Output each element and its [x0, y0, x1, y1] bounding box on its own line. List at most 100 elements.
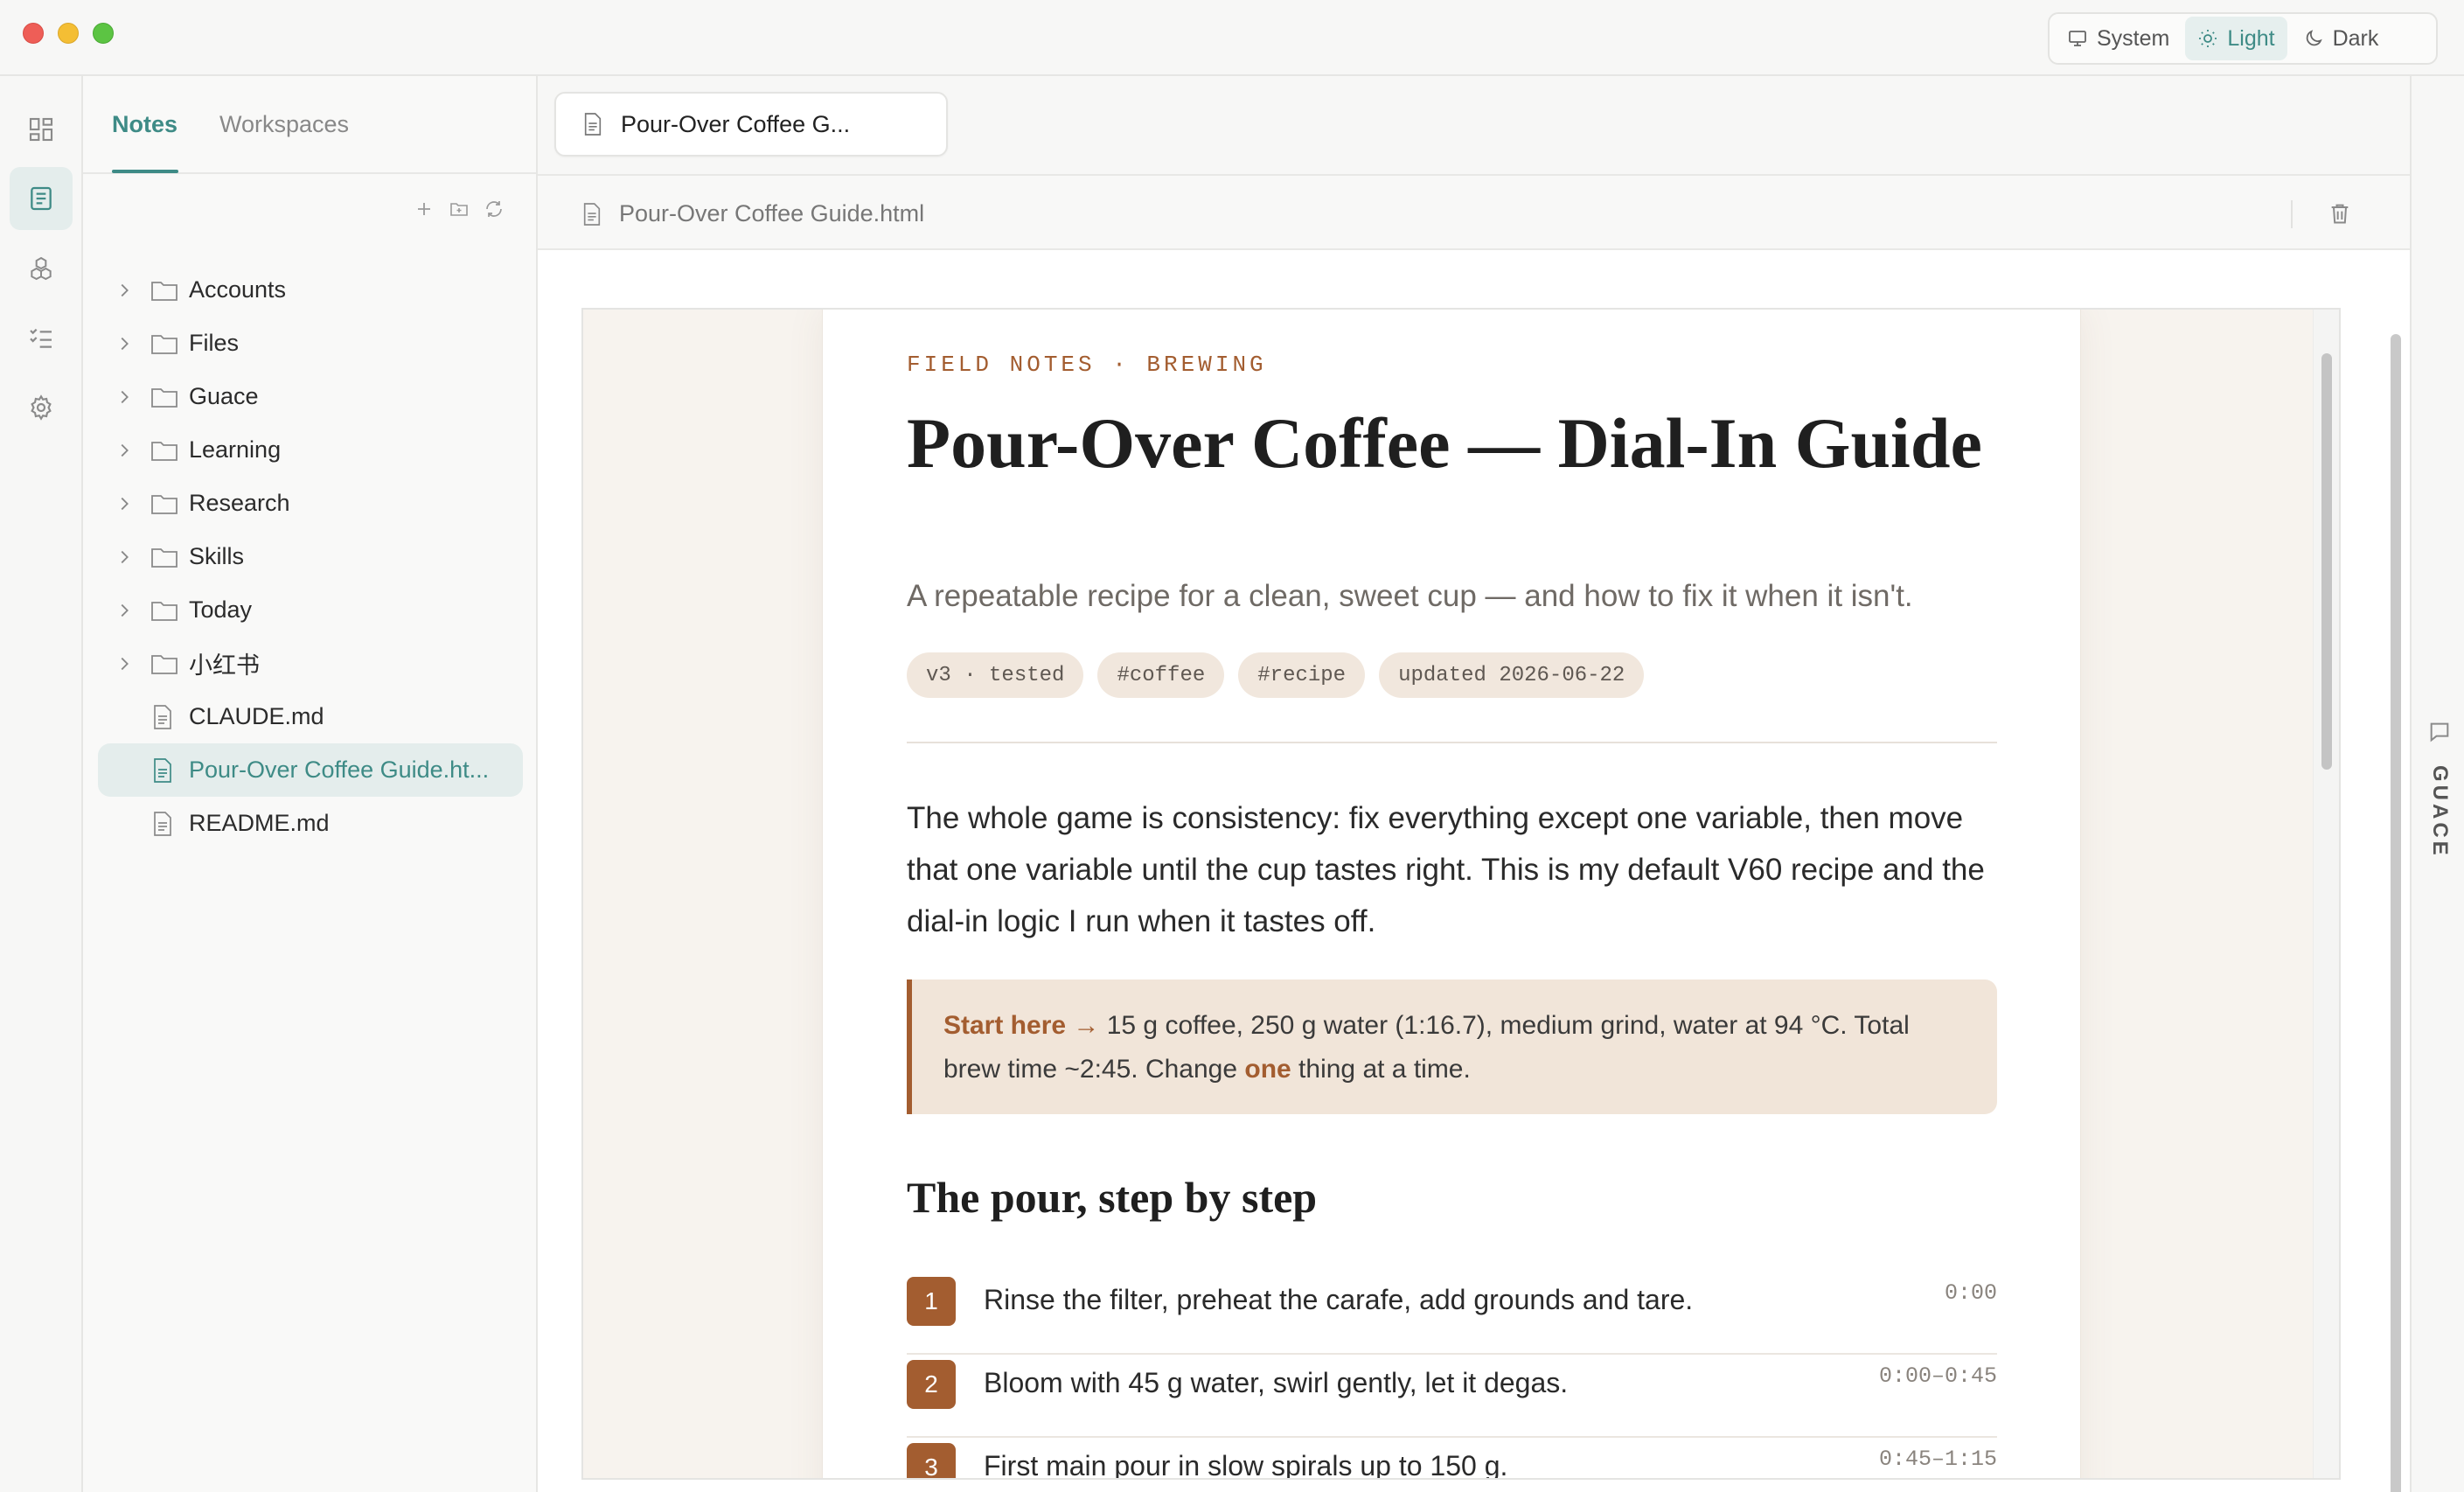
- document-icon: [154, 811, 171, 836]
- editor-area: Pour-Over Coffee G... Pour-Over Coffee G…: [538, 76, 2410, 1492]
- step-row: 2 Bloom with 45 g water, swirl gently, l…: [907, 1355, 1997, 1438]
- folder-row[interactable]: Research: [83, 477, 538, 530]
- file-row[interactable]: CLAUDE.md: [83, 690, 538, 743]
- folder-row[interactable]: Guace: [83, 370, 538, 423]
- rail-settings-button[interactable]: [10, 376, 73, 439]
- moon-icon: [2306, 30, 2322, 46]
- theme-light-button[interactable]: Light: [2185, 17, 2287, 60]
- trash-icon[interactable]: [2328, 200, 2352, 227]
- callout-text-end: thing at a time.: [1291, 1055, 1471, 1084]
- file-panel: Notes Workspaces Accounts Files Guace Le…: [83, 76, 538, 1492]
- comment-icon[interactable]: [2427, 720, 2452, 744]
- notes-icon: [31, 186, 52, 211]
- folder-label: Today: [189, 596, 253, 623]
- icon-rail: [0, 76, 83, 1492]
- chevron-right-icon[interactable]: [115, 334, 134, 353]
- document-tab[interactable]: Pour-Over Coffee G...: [554, 92, 948, 157]
- folder-icon: [151, 441, 177, 461]
- intro-paragraph: The whole game is consistency: fix every…: [907, 801, 1985, 938]
- chevron-right-icon[interactable]: [115, 547, 134, 567]
- folder-icon: [151, 387, 177, 408]
- file-label: CLAUDE.md: [189, 703, 324, 729]
- file-label: Pour-Over Coffee Guide.ht...: [189, 756, 490, 783]
- file-row-selected[interactable]: Pour-Over Coffee Guide.ht...: [98, 743, 523, 797]
- folder-row[interactable]: Accounts: [83, 263, 538, 317]
- step-number: 3: [907, 1443, 956, 1478]
- chevron-right-icon[interactable]: [115, 441, 134, 460]
- toolbar-divider: [2291, 200, 2293, 228]
- zoom-window-button[interactable]: [93, 23, 114, 44]
- tab-workspaces[interactable]: Workspaces: [219, 111, 349, 138]
- chevron-right-icon[interactable]: [115, 494, 134, 513]
- document-icon: [154, 757, 171, 783]
- document-page: FIELD NOTES · BREWING Pour-Over Coffee —…: [822, 310, 2081, 1480]
- document-title: Pour-Over Coffee — Dial-In Guide: [907, 403, 1982, 483]
- new-file-icon[interactable]: [414, 199, 435, 220]
- file-tree: Accounts Files Guace Learning Research S…: [83, 263, 538, 850]
- folder-row[interactable]: Skills: [83, 530, 538, 583]
- tag-pill: v3 · tested: [907, 652, 1084, 698]
- folder-row[interactable]: Today: [83, 583, 538, 637]
- file-row[interactable]: README.md: [83, 797, 538, 850]
- side-panel-label[interactable]: GUACE: [2427, 765, 2452, 859]
- path-bar: Pour-Over Coffee Guide.html: [538, 174, 2410, 250]
- refresh-icon[interactable]: [484, 199, 505, 220]
- panel-tabs: Notes Workspaces: [83, 76, 536, 174]
- tag-pill: updated 2026-06-22: [1379, 652, 1645, 698]
- step-number: 1: [907, 1277, 956, 1326]
- folder-label: Accounts: [189, 276, 287, 303]
- document-icon: [583, 203, 601, 226]
- step-number: 2: [907, 1360, 956, 1409]
- folder-label: 小红书: [189, 652, 260, 679]
- settings-icon: [31, 394, 52, 421]
- theme-system-button[interactable]: System: [2055, 17, 2182, 60]
- tag-pill: #recipe: [1238, 652, 1366, 698]
- title-bar: System Light Dark: [0, 0, 2464, 76]
- editor-scroll-thumb[interactable]: [2391, 334, 2401, 1492]
- callout-emphasis: one: [1244, 1055, 1291, 1084]
- folder-icon: [151, 494, 177, 514]
- close-window-button[interactable]: [23, 23, 44, 44]
- step-time: 0:45–1:15: [1878, 1447, 1997, 1472]
- start-here-callout: Start here → 15 g coffee, 250 g water (1…: [907, 980, 1997, 1114]
- chevron-right-icon[interactable]: [115, 387, 134, 407]
- document-tab-title: Pour-Over Coffee G...: [621, 110, 851, 137]
- chevron-right-icon[interactable]: [115, 654, 134, 673]
- folder-icon: [151, 547, 177, 568]
- monitor-icon: [2069, 31, 2086, 46]
- rail-notes-button[interactable]: [10, 167, 73, 230]
- html-preview-frame: FIELD NOTES · BREWING Pour-Over Coffee —…: [581, 308, 2341, 1480]
- tab-notes[interactable]: Notes: [112, 111, 177, 138]
- checklist-icon: [30, 328, 52, 348]
- rail-dashboard-button[interactable]: [10, 98, 73, 161]
- active-tab-indicator: [112, 170, 178, 173]
- step-row: 1 Rinse the filter, preheat the carafe, …: [907, 1272, 1997, 1355]
- step-time: 0:00: [1944, 1280, 1997, 1306]
- section-heading: The pour, step by step: [907, 1173, 1318, 1222]
- document-eyebrow: FIELD NOTES · BREWING: [907, 352, 1267, 378]
- cubes-icon: [31, 256, 52, 281]
- folder-row[interactable]: 小红书: [83, 637, 538, 690]
- rail-tasks-button[interactable]: [10, 306, 73, 369]
- preview-scroll-thumb[interactable]: [2321, 353, 2332, 770]
- folder-label: Skills: [189, 543, 245, 569]
- theme-dark-button[interactable]: Dark: [2291, 17, 2391, 60]
- new-folder-icon[interactable]: [449, 199, 470, 220]
- file-path: Pour-Over Coffee Guide.html: [619, 200, 925, 227]
- tag-pill: #coffee: [1097, 652, 1225, 698]
- step-row: 3 First main pour in slow spirals up to …: [907, 1438, 1997, 1480]
- chevron-right-icon[interactable]: [115, 281, 134, 300]
- minimize-window-button[interactable]: [58, 23, 79, 44]
- step-text: First main pour in slow spirals up to 15…: [984, 1450, 1508, 1480]
- folder-icon: [151, 334, 177, 354]
- theme-switcher: System Light Dark: [2048, 12, 2438, 65]
- side-panel-rail: GUACE: [2410, 76, 2464, 1492]
- theme-system-label: System: [2097, 25, 2170, 51]
- preview-scrollbar[interactable]: [2313, 310, 2339, 1478]
- folder-row[interactable]: Files: [83, 317, 538, 370]
- rail-cubes-button[interactable]: [10, 237, 73, 300]
- folder-label: Guace: [189, 383, 259, 409]
- folder-label: Research: [189, 490, 290, 516]
- chevron-right-icon[interactable]: [115, 601, 134, 620]
- folder-row[interactable]: Learning: [83, 423, 538, 477]
